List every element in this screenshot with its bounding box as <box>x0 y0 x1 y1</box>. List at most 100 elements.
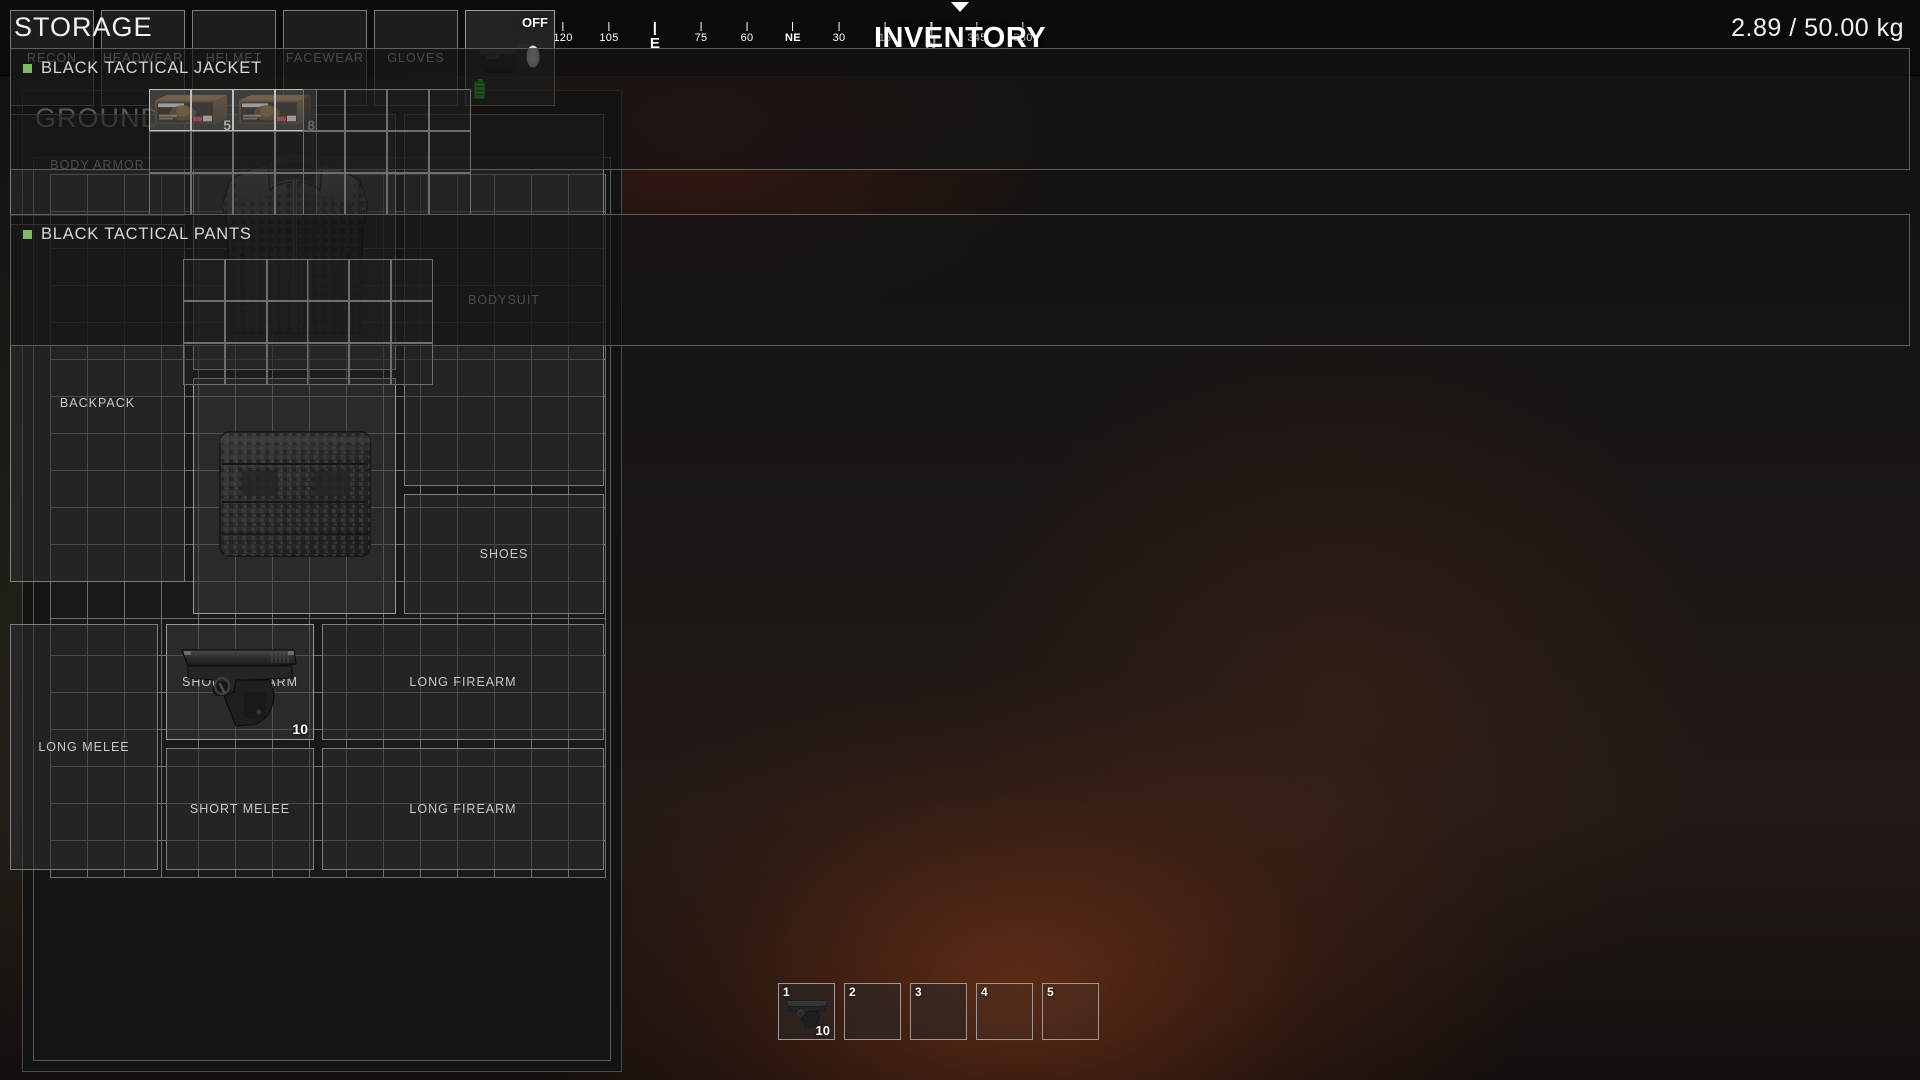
slot-label: BACKPACK <box>59 396 136 410</box>
compass-tick: 105 <box>599 22 618 44</box>
container-cell[interactable] <box>344 88 387 131</box>
slot-shoes[interactable]: SHOES <box>404 494 604 614</box>
hotbar[interactable]: 1 10 2 3 4 5 <box>778 983 1099 1040</box>
container-cell[interactable] <box>344 172 387 215</box>
hotbar-item-count: 10 <box>815 1023 830 1038</box>
slot-label: LONG FIREARM <box>409 675 517 689</box>
compass-tick: 30 <box>833 22 846 44</box>
storage-title: STORAGE <box>14 12 153 42</box>
container-cell[interactable] <box>302 172 345 215</box>
slot-label: LONG FIREARM <box>409 802 517 816</box>
slot-label: LONG MELEE <box>38 740 130 754</box>
hotbar-slot-5[interactable]: 5 <box>1042 983 1099 1040</box>
compass-tick-label: 105 <box>599 32 619 44</box>
slot-long-firearm-1[interactable]: LONG FIREARM <box>322 624 604 740</box>
container-cell[interactable] <box>232 130 275 173</box>
container-grid[interactable] <box>148 88 317 215</box>
storage-container: BLACK TACTICAL PANTS <box>10 214 1910 385</box>
container-cell[interactable] <box>190 172 233 215</box>
container-cell[interactable] <box>348 300 391 343</box>
container-cell[interactable] <box>182 300 225 343</box>
ground-cell[interactable] <box>86 580 125 619</box>
container-cell[interactable] <box>306 258 349 301</box>
container-cell[interactable] <box>302 130 345 173</box>
container-cell[interactable] <box>148 172 191 215</box>
down-triangle-icon <box>951 2 969 12</box>
container-cell[interactable] <box>232 88 275 131</box>
container-header: BLACK TACTICAL PANTS <box>23 225 252 244</box>
container-cell[interactable] <box>182 342 225 385</box>
slot-label: SHORT MELEE <box>189 802 291 816</box>
container-cell[interactable] <box>390 342 433 385</box>
slot-long-melee[interactable]: LONG MELEE <box>10 624 158 870</box>
container-cell[interactable] <box>390 258 433 301</box>
container-header: BLACK TACTICAL JACKET <box>23 59 262 78</box>
compass-tick-label: 30 <box>832 32 846 44</box>
compass-tick: 60 <box>741 22 754 44</box>
compass-tick: NE <box>785 22 801 44</box>
container-cell[interactable] <box>190 88 233 131</box>
slot-pants[interactable] <box>193 378 396 614</box>
slot-short-melee[interactable]: SHORT MELEE <box>166 748 314 870</box>
compass-tick-mark <box>746 22 748 31</box>
ground-cell[interactable] <box>123 580 162 619</box>
hotbar-slot-number: 5 <box>1047 985 1054 999</box>
container-cell[interactable] <box>348 258 391 301</box>
slot-long-firearm-2[interactable]: LONG FIREARM <box>322 748 604 870</box>
status-square-icon <box>23 64 32 73</box>
hotbar-slot-1[interactable]: 1 10 <box>778 983 835 1040</box>
container-cell[interactable] <box>348 342 391 385</box>
hotbar-slot-3[interactable]: 3 <box>910 983 967 1040</box>
hotbar-slot-number: 3 <box>915 985 922 999</box>
compass-tick-mark <box>700 22 702 31</box>
compass-tick-label: 120 <box>553 32 573 44</box>
container-cell[interactable] <box>148 88 191 131</box>
container-cell[interactable] <box>428 172 471 215</box>
container-cell[interactable] <box>428 88 471 131</box>
container-cell[interactable] <box>306 342 349 385</box>
container-cell[interactable] <box>302 88 345 131</box>
container-title: BLACK TACTICAL PANTS <box>41 225 252 243</box>
container-grid[interactable] <box>302 88 471 215</box>
compass-tick: 75 <box>695 22 708 44</box>
status-square-icon <box>23 230 32 239</box>
container-cell[interactable] <box>266 300 309 343</box>
hotbar-slot-2[interactable]: 2 <box>844 983 901 1040</box>
compass-tick: E <box>650 22 660 51</box>
container-cell[interactable] <box>190 130 233 173</box>
container-cell[interactable] <box>344 130 387 173</box>
ground-cell[interactable] <box>49 580 88 619</box>
container-grid[interactable] <box>182 258 309 385</box>
container-cell[interactable] <box>390 300 433 343</box>
compass-tick-mark <box>654 22 656 35</box>
container-cell[interactable] <box>224 300 267 343</box>
container-cell[interactable] <box>266 258 309 301</box>
container-cell[interactable] <box>266 342 309 385</box>
container-grid[interactable] <box>306 258 433 385</box>
container-cell[interactable] <box>386 172 429 215</box>
slot-label: SHOES <box>479 547 529 561</box>
compass-tick-mark <box>608 22 610 31</box>
container-cell[interactable] <box>386 130 429 173</box>
hotbar-slot-number: 2 <box>849 985 856 999</box>
slot-short-firearm[interactable]: SHORT FIREARM <box>166 624 314 740</box>
storage-weight: 2.89 / 50.00 kg <box>1731 14 1904 42</box>
container-cell[interactable] <box>148 130 191 173</box>
container-cell[interactable] <box>224 342 267 385</box>
compass-tick-mark <box>838 22 840 31</box>
container-cell[interactable] <box>182 258 225 301</box>
compass-tick-mark <box>562 22 564 31</box>
compass-tick-label: NE <box>785 32 801 44</box>
container-cell[interactable] <box>386 88 429 131</box>
black-tactical-pants-icon <box>194 379 395 613</box>
hotbar-slot-number: 4 <box>981 985 988 999</box>
compass-tick: 120 <box>553 22 572 44</box>
container-cell[interactable] <box>224 258 267 301</box>
container-cell[interactable] <box>232 172 275 215</box>
compass-tick-mark <box>792 22 794 31</box>
container-cell[interactable] <box>428 130 471 173</box>
container-cell[interactable] <box>306 300 349 343</box>
compass-tick-label: 60 <box>740 32 754 44</box>
storage-container: BLACK TACTICAL JACKET58 <box>10 48 1910 215</box>
hotbar-slot-4[interactable]: 4 <box>976 983 1033 1040</box>
